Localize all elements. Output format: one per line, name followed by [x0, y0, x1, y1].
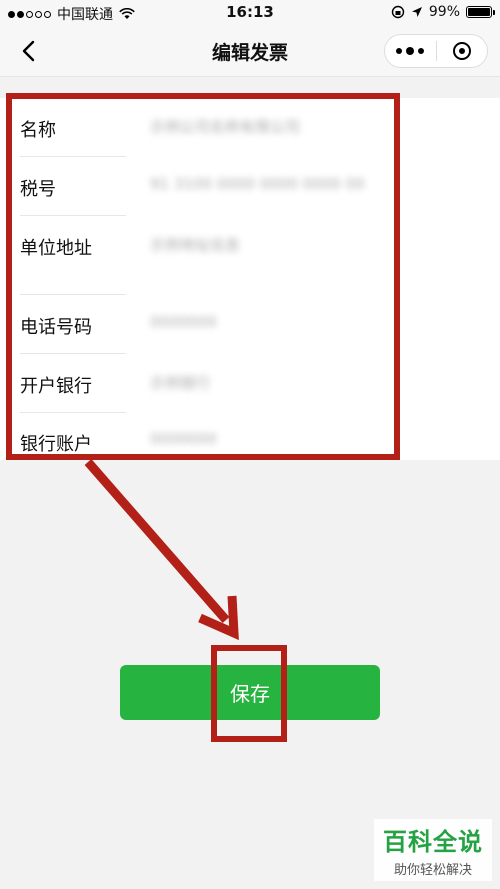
annotation-box-form — [6, 93, 400, 460]
battery-percent: 99% — [428, 4, 460, 20]
rotation-lock-icon — [391, 5, 405, 19]
status-bar: 中国联通 16:13 99% — [0, 0, 500, 26]
target-icon — [452, 42, 471, 60]
mini-program-capsule — [384, 34, 488, 68]
watermark-subtitle: 助你轻松解决 — [393, 863, 472, 878]
location-arrow-icon — [411, 7, 422, 17]
close-mini-program-button[interactable] — [437, 35, 488, 67]
watermark-logo: 百科全说 助你轻松解决 — [374, 819, 492, 881]
annotation-box-save — [211, 645, 287, 742]
status-right: 99% — [391, 4, 495, 20]
more-button[interactable] — [385, 35, 436, 67]
nav-bar: 编辑发票 — [0, 26, 500, 77]
battery-icon — [466, 6, 495, 18]
watermark-title: 百科全说 — [383, 828, 483, 856]
